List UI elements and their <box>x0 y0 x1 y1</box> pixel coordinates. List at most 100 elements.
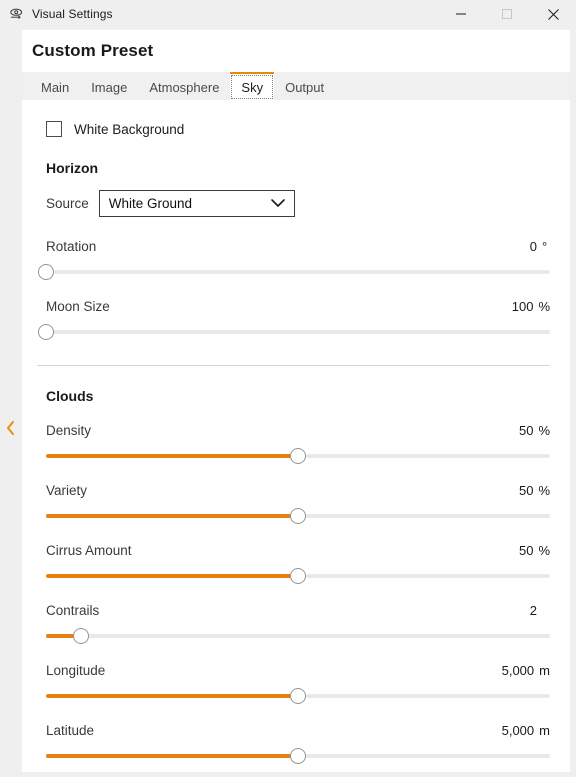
slider-moon-size-value: 100 % <box>512 299 550 314</box>
slider-latitude-thumb[interactable] <box>290 748 306 764</box>
slider-density-value: 50 % <box>519 423 550 438</box>
slider-longitude-unit: m <box>539 663 550 678</box>
slider-variety-head: Variety 50 % <box>46 483 550 498</box>
slider-cirrus-amount-label: Cirrus Amount <box>46 543 132 558</box>
tab-image[interactable]: Image <box>80 72 138 100</box>
tab-sky-label: Sky <box>241 79 264 95</box>
tab-main-label: Main <box>41 79 70 95</box>
slider-contrails: Contrails 2 <box>36 603 552 647</box>
slider-latitude-fill <box>46 754 298 758</box>
tab-output[interactable]: Output <box>274 72 335 100</box>
slider-contrails-thumb[interactable] <box>73 628 90 644</box>
maximize-button[interactable] <box>484 0 530 28</box>
tab-atmosphere[interactable]: Atmosphere <box>138 72 230 100</box>
slider-rotation-track <box>46 270 550 274</box>
window-controls <box>438 0 576 28</box>
slider-variety-thumb[interactable] <box>290 508 306 524</box>
chevron-down-icon <box>270 195 286 213</box>
tab-strip: Main Image Atmosphere Sky Output <box>22 72 570 100</box>
slider-cirrus-amount-number: 50 <box>518 543 534 558</box>
slider-density-unit: % <box>538 423 550 438</box>
tab-output-label: Output <box>285 79 325 95</box>
slider-cirrus-amount-head: Cirrus Amount 50 % <box>46 543 550 558</box>
horizon-source-value: White Ground <box>108 196 193 211</box>
slider-cirrus-amount-unit: % <box>538 543 550 558</box>
tab-sky[interactable]: Sky <box>230 72 275 100</box>
tab-atmosphere-label: Atmosphere <box>149 79 220 95</box>
slider-longitude: Longitude 5,000 m <box>36 663 552 707</box>
slider-variety-unit: % <box>538 483 550 498</box>
slider-variety-value: 50 % <box>519 483 550 498</box>
slider-longitude-label: Longitude <box>46 663 106 678</box>
window-body: Custom Preset Main Image Atmosphere Sky … <box>0 28 576 777</box>
slider-moon-size: Moon Size 100 % <box>36 299 552 343</box>
slider-cirrus-amount-track-wrap[interactable] <box>46 565 550 587</box>
titlebar-left-group: Visual Settings <box>0 6 113 22</box>
slider-moon-size-number: 100 <box>511 299 534 314</box>
page-title: Custom Preset <box>32 41 154 60</box>
window-titlebar: Visual Settings <box>0 0 576 28</box>
visual-settings-eye-icon <box>9 6 25 22</box>
slider-moon-size-label: Moon Size <box>46 299 110 314</box>
slider-rotation-thumb[interactable] <box>38 264 54 280</box>
sky-tab-content: White Background Horizon Source White Gr… <box>22 100 570 772</box>
slider-moon-size-unit: % <box>538 299 550 314</box>
slider-latitude-value: 5,000 m <box>502 723 550 738</box>
horizon-source-label: Source <box>46 196 89 211</box>
slider-variety-label: Variety <box>46 483 88 498</box>
slider-contrails-head: Contrails 2 <box>46 603 550 618</box>
slider-density-label: Density <box>46 423 92 438</box>
slider-latitude-number: 5,000 <box>501 723 535 738</box>
slider-density-fill <box>46 454 298 458</box>
slider-latitude-track-wrap[interactable] <box>46 745 550 767</box>
slider-moon-size-head: Moon Size 100 % <box>46 299 550 314</box>
slider-latitude-unit: m <box>539 723 550 738</box>
slider-rotation-label: Rotation <box>46 239 97 254</box>
slider-latitude-head: Latitude 5,000 m <box>46 723 550 738</box>
settings-panel: Custom Preset Main Image Atmosphere Sky … <box>22 30 570 772</box>
slider-moon-size-thumb[interactable] <box>38 324 54 340</box>
slider-cirrus-amount: Cirrus Amount 50 % <box>36 543 552 587</box>
horizon-source-row: Source White Ground <box>36 190 552 217</box>
slider-moon-size-track-wrap[interactable] <box>38 321 550 343</box>
slider-rotation-track-wrap[interactable] <box>38 261 550 283</box>
slider-contrails-label: Contrails <box>46 603 100 618</box>
minimize-button[interactable] <box>438 0 484 28</box>
slider-density-number: 50 <box>518 423 534 438</box>
close-button[interactable] <box>530 0 576 28</box>
chevron-left-icon[interactable] <box>3 418 17 438</box>
tab-main[interactable]: Main <box>30 72 80 100</box>
slider-longitude-fill <box>46 694 298 698</box>
slider-cirrus-amount-value: 50 % <box>519 543 550 558</box>
slider-longitude-number: 5,000 <box>501 663 535 678</box>
slider-rotation-head: Rotation 0 ° <box>46 239 550 254</box>
horizon-section-title: Horizon <box>46 160 99 176</box>
slider-variety-track-wrap[interactable] <box>46 505 550 527</box>
slider-rotation-number: 0 <box>529 239 537 254</box>
window-title: Visual Settings <box>32 7 113 21</box>
slider-variety-fill <box>46 514 298 518</box>
slider-longitude-thumb[interactable] <box>290 688 306 704</box>
slider-contrails-track-wrap[interactable] <box>46 625 550 647</box>
slider-longitude-track-wrap[interactable] <box>46 685 550 707</box>
slider-density-track-wrap[interactable] <box>46 445 550 467</box>
white-background-row: White Background <box>36 100 552 137</box>
slider-rotation: Rotation 0 ° <box>36 239 552 283</box>
slider-density: Density 50 % <box>36 423 552 467</box>
slider-latitude: Latitude 5,000 m <box>36 723 552 767</box>
white-background-label: White Background <box>74 121 185 137</box>
slider-density-head: Density 50 % <box>46 423 550 438</box>
slider-variety: Variety 50 % <box>36 483 552 527</box>
white-background-checkbox[interactable] <box>46 121 62 137</box>
slider-density-thumb[interactable] <box>290 448 306 464</box>
slider-cirrus-amount-thumb[interactable] <box>290 568 306 584</box>
slider-latitude-label: Latitude <box>46 723 95 738</box>
slider-longitude-head: Longitude 5,000 m <box>46 663 550 678</box>
slider-contrails-track <box>46 634 550 638</box>
horizon-source-select[interactable]: White Ground <box>98 190 295 217</box>
slider-cirrus-amount-fill <box>46 574 298 578</box>
slider-longitude-value: 5,000 m <box>502 663 550 678</box>
slider-contrails-value: 2 <box>530 603 550 618</box>
tab-image-label: Image <box>91 79 128 95</box>
slider-rotation-value: 0 ° <box>530 239 550 254</box>
